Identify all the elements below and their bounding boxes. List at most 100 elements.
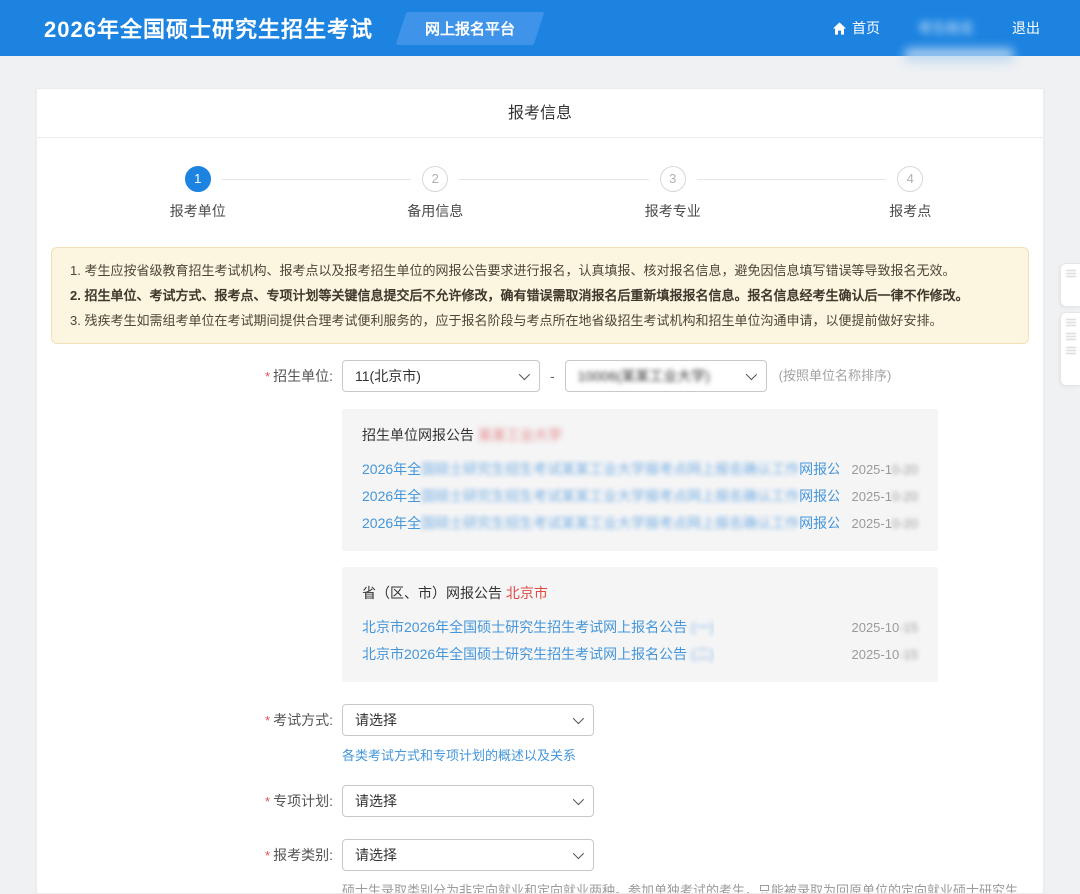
chevron-down-icon xyxy=(573,794,584,805)
date-redacted: 0-20 xyxy=(892,462,918,477)
step-3-label: 报考专业 xyxy=(554,201,792,221)
unit-announcement-row: 2026年全国硕士研究生招生考试某某工业大学报考点网上报名确认工作网报公告… 2… xyxy=(362,513,918,533)
category-label-text: 报考类别: xyxy=(273,847,333,863)
required-mark: * xyxy=(265,794,270,809)
province-region: 北京市 xyxy=(506,585,548,601)
unit-announcement-link-3[interactable]: 2026年全国硕士研究生招生考试某某工业大学报考点网上报名确认工作网报公告… xyxy=(362,513,839,533)
widget-glyph xyxy=(1066,319,1076,327)
special-plan-label-text: 专项计划: xyxy=(273,793,333,809)
step-1-label: 报考单位 xyxy=(79,201,317,221)
floating-side-widget-bottom[interactable] xyxy=(1060,312,1080,386)
link-prefix: 2026年全 xyxy=(362,461,421,477)
chevron-down-icon xyxy=(519,369,530,380)
required-mark: * xyxy=(265,848,270,863)
dash-separator: - xyxy=(550,360,555,392)
nav-logout-link[interactable]: 退出 xyxy=(1012,18,1040,38)
step-4-number: 4 xyxy=(897,166,923,192)
notice-line-3: 3. 残疾考生如需组考单位在考试期间提供合理考试便利服务的，应于报名阶段与考点所… xyxy=(70,308,1010,333)
link-suffix-redacted: (一) xyxy=(691,619,714,635)
date-redacted: 0-20 xyxy=(892,516,918,531)
link-suffix: 网报公告… xyxy=(799,488,839,504)
province-announcement-panel: 省（区、市）网报公告 北京市 北京市2026年全国硕士研究生招生考试网上报名公告… xyxy=(342,567,938,682)
step-3-major: 3 报考专业 xyxy=(554,166,792,221)
province-select[interactable]: 11(北京市) xyxy=(342,360,540,392)
unit-sort-hint: (按照单位名称排序) xyxy=(779,360,892,392)
date-prefix: 2025-1 xyxy=(851,462,891,477)
home-icon xyxy=(832,21,847,36)
page-title: 报考信息 xyxy=(37,89,1043,138)
app-title: 2026年全国硕士研究生招生考试 xyxy=(44,12,373,44)
notice-box: 1. 考生应按省级教育招生考试机构、报考点以及报考招生单位的网报公告要求进行报名… xyxy=(51,247,1029,344)
link-text: 北京市2026年全国硕士研究生招生考试网上报名公告 xyxy=(362,619,687,635)
unit-announcement-panel: 招生单位网报公告 某某工业大学 2026年全国硕士研究生招生考试某某工业大学报考… xyxy=(342,409,938,551)
date-prefix: 2025-10 xyxy=(851,620,899,635)
date-prefix: 2025-10 xyxy=(851,647,899,662)
platform-badge: 网上报名平台 xyxy=(396,12,545,45)
link-redacted: 国硕士研究生招生考试某某工业大学报考点网上报名确认工作 xyxy=(421,461,799,477)
nav-username-redacted: 考生姓名 xyxy=(918,18,974,38)
exam-method-control: 请选择 各类考试方式和专项计划的概述以及关系 xyxy=(342,704,594,765)
step-indicator: 1 报考单位 2 备用信息 3 报考专业 4 报考点 xyxy=(79,166,1029,221)
province-select-value: 11(北京市) xyxy=(355,366,421,386)
link-prefix: 2026年全 xyxy=(362,488,421,504)
link-text: 北京市2026年全国硕士研究生招生考试网上报名公告 xyxy=(362,646,687,662)
widget-glyph xyxy=(1066,270,1076,278)
announcement-date-2: 2025-10-20 xyxy=(839,489,918,504)
province-announcement-row: 北京市2026年全国硕士研究生招生考试网上报名公告 (一) 2025-10-15 xyxy=(362,617,918,637)
link-suffix: 网报公告… xyxy=(799,515,839,531)
unit-announcement-link-2[interactable]: 2026年全国硕士研究生招生考试某某工业大学报考点网上报名确认工作网报公告… xyxy=(362,486,839,506)
link-redacted: 国硕士研究生招生考试某某工业大学报考点网上报名确认工作 xyxy=(421,515,799,531)
chevron-down-icon xyxy=(573,848,584,859)
form-row-unit: *招生单位: 11(北京市) - 10006(某某工业大学) (按照单位名称排序… xyxy=(37,360,1043,393)
province-panel-title: 省（区、市）网报公告 北京市 xyxy=(362,583,918,603)
special-plan-label: *专项计划: xyxy=(37,785,333,818)
province-announcement-link-2[interactable]: 北京市2026年全国硕士研究生招生考试网上报名公告 (二) xyxy=(362,644,714,664)
province-date-1: 2025-10-15 xyxy=(839,620,918,635)
date-redacted: -15 xyxy=(899,620,918,635)
link-redacted: 国硕士研究生招生考试某某工业大学报考点网上报名确认工作 xyxy=(421,488,799,504)
platform-badge-label: 网上报名平台 xyxy=(425,18,515,39)
unit-label: *招生单位: xyxy=(37,360,333,393)
category-select[interactable]: 请选择 xyxy=(342,839,594,871)
unit-panel-title-text: 招生单位网报公告 xyxy=(362,427,474,443)
province-announcement-row: 北京市2026年全国硕士研究生招生考试网上报名公告 (二) 2025-10-15 xyxy=(362,644,918,664)
notice-line-1: 1. 考生应按省级教育招生考试机构、报考点以及报考招生单位的网报公告要求进行报名… xyxy=(70,258,1010,283)
step-1-application-unit: 1 报考单位 xyxy=(79,166,317,221)
unit-label-text: 招生单位: xyxy=(273,368,333,384)
date-redacted: -15 xyxy=(899,647,918,662)
province-date-2: 2025-10-15 xyxy=(839,647,918,662)
header-nav: 首页 考生姓名 退出 xyxy=(832,18,1040,38)
date-prefix: 2025-1 xyxy=(851,489,891,504)
unit-announcement-row: 2026年全国硕士研究生招生考试某某工业大学报考点网上报名确认工作网报公告… 2… xyxy=(362,459,918,479)
form-row-exam-method: *考试方式: 请选择 各类考试方式和专项计划的概述以及关系 xyxy=(37,704,1043,765)
exam-method-info-link[interactable]: 各类考试方式和专项计划的概述以及关系 xyxy=(342,745,576,764)
widget-glyph xyxy=(1066,333,1076,341)
exam-method-select-value: 请选择 xyxy=(355,710,397,730)
step-4-label: 报考点 xyxy=(792,201,1030,221)
link-suffix: 网报公告… xyxy=(799,461,839,477)
unit-announcement-link-1[interactable]: 2026年全国硕士研究生招生考试某某工业大学报考点网上报名确认工作网报公告… xyxy=(362,459,839,479)
notice-line-2: 2. 招生单位、考试方式、报考点、专项计划等关键信息提交后不允许修改，确有错误需… xyxy=(70,283,1010,308)
required-mark: * xyxy=(265,369,270,384)
unit-name-redacted: 某某工业大学 xyxy=(478,427,562,443)
date-prefix: 2025-1 xyxy=(851,516,891,531)
exam-method-select[interactable]: 请选择 xyxy=(342,704,594,736)
step-2-backup-info: 2 备用信息 xyxy=(317,166,555,221)
unit-select[interactable]: 10006(某某工业大学) xyxy=(565,360,767,392)
category-helper-text: 硕士生录取类别分为非定向就业和定向就业两种。参加单独考试的考生，只能被录取为回原… xyxy=(342,880,1018,894)
province-panel-title-text: 省（区、市）网报公告 xyxy=(362,585,502,601)
floating-side-widget-top[interactable] xyxy=(1060,263,1080,307)
category-label: *报考类别: xyxy=(37,839,333,872)
step-2-number: 2 xyxy=(422,166,448,192)
nav-home-link[interactable]: 首页 xyxy=(832,18,880,38)
step-3-number: 3 xyxy=(660,166,686,192)
province-announcement-link-1[interactable]: 北京市2026年全国硕士研究生招生考试网上报名公告 (一) xyxy=(362,617,714,637)
widget-glyph xyxy=(1066,347,1076,355)
required-mark: * xyxy=(265,713,270,728)
special-plan-select-value: 请选择 xyxy=(355,791,397,811)
unit-announcement-row: 2026年全国硕士研究生招生考试某某工业大学报考点网上报名确认工作网报公告… 2… xyxy=(362,486,918,506)
special-plan-select[interactable]: 请选择 xyxy=(342,785,594,817)
step-2-label: 备用信息 xyxy=(317,201,555,221)
unit-panel-title: 招生单位网报公告 某某工业大学 xyxy=(362,425,918,445)
exam-method-label-text: 考试方式: xyxy=(273,712,333,728)
